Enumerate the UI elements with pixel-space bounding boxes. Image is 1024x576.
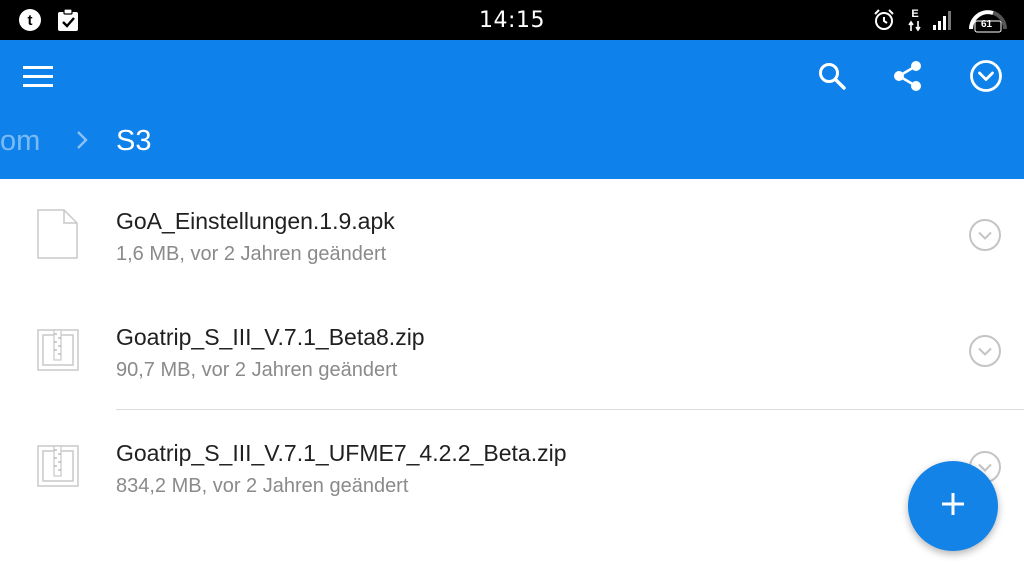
file-name: Goatrip_S_III_V.7.1_UFME7_4.2.2_Beta.zip bbox=[116, 440, 567, 466]
file-meta: 90,7 MB, vor 2 Jahren geändert bbox=[116, 359, 398, 381]
file-name: GoA_Einstellungen.1.9.apk bbox=[116, 208, 395, 234]
chevron-down-icon bbox=[968, 218, 1002, 257]
battery-speedometer-icon: 61 bbox=[966, 8, 1010, 33]
search-button[interactable] bbox=[808, 56, 856, 100]
search-icon bbox=[817, 61, 847, 96]
file-row[interactable]: Goatrip_S_III_V.7.1_Beta8.zip 90,7 MB, v… bbox=[0, 295, 1024, 411]
select-all-icon bbox=[969, 59, 1003, 98]
zip-archive-icon bbox=[36, 325, 80, 375]
signal-bars-icon bbox=[930, 8, 954, 32]
battery-level: 61 bbox=[981, 19, 993, 30]
breadcrumb: om S3 bbox=[0, 121, 1024, 165]
zip-archive-icon bbox=[36, 441, 80, 491]
list-divider bbox=[116, 409, 1024, 410]
breadcrumb-previous-folder[interactable]: om bbox=[0, 125, 40, 158]
data-arrows-icon: E bbox=[905, 8, 925, 32]
share-button[interactable] bbox=[884, 56, 932, 100]
file-row[interactable]: Goatrip_S_III_V.7.1_UFME7_4.2.2_Beta.zip… bbox=[0, 411, 1024, 527]
file-meta: 1,6 MB, vor 2 Jahren geändert bbox=[116, 243, 387, 265]
status-time: 14:15 bbox=[479, 8, 545, 33]
alarm-icon bbox=[872, 8, 896, 32]
plus-icon bbox=[940, 491, 966, 522]
select-all-button[interactable] bbox=[962, 56, 1010, 100]
share-icon bbox=[892, 60, 924, 97]
add-button[interactable] bbox=[908, 461, 998, 551]
chevron-right-icon bbox=[73, 127, 91, 158]
network-type-label: E bbox=[911, 7, 919, 20]
status-bar: t 14:15 E 61 bbox=[0, 0, 1024, 40]
file-name: Goatrip_S_III_V.7.1_Beta8.zip bbox=[116, 324, 425, 350]
navigation-drawer-button[interactable] bbox=[14, 56, 62, 100]
chevron-down-icon bbox=[968, 334, 1002, 373]
file-meta: 834,2 MB, vor 2 Jahren geändert bbox=[116, 475, 409, 497]
file-row[interactable]: GoA_Einstellungen.1.9.apk 1,6 MB, vor 2 … bbox=[0, 179, 1024, 295]
generic-file-icon bbox=[36, 209, 80, 259]
row-options-button[interactable] bbox=[965, 217, 1005, 257]
hamburger-menu-icon bbox=[22, 64, 54, 93]
breadcrumb-current-folder: S3 bbox=[116, 125, 152, 157]
row-options-button[interactable] bbox=[965, 333, 1005, 373]
